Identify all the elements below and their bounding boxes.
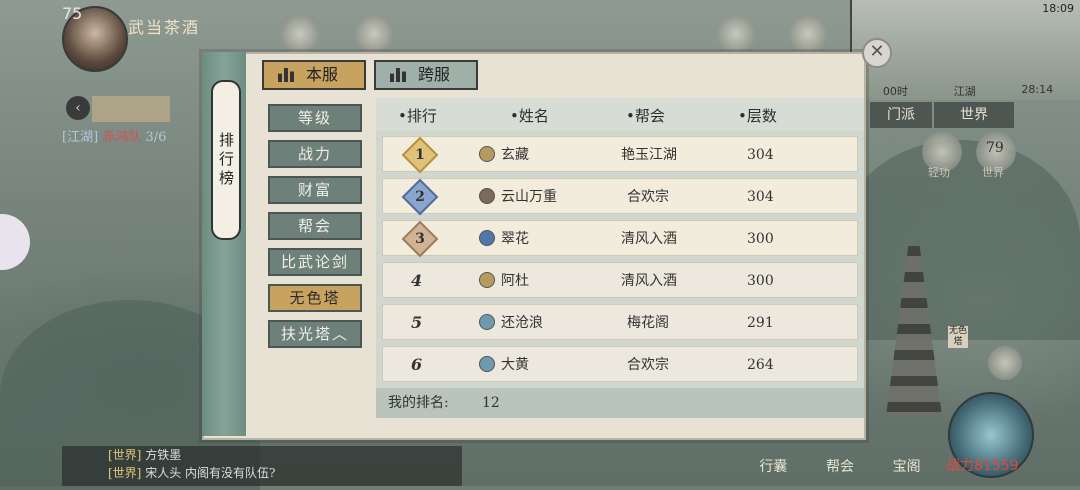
hud-battle-icon[interactable] bbox=[280, 14, 320, 54]
chevron-left-icon[interactable]: ‹ bbox=[66, 96, 90, 120]
minimap-left-text: 00时 bbox=[882, 85, 908, 98]
quest-team: 赤鸿队 bbox=[102, 130, 142, 145]
hud-bag-icon[interactable] bbox=[354, 14, 394, 54]
guild-button[interactable]: 帮会 bbox=[826, 456, 854, 476]
category-level[interactable]: 等级 bbox=[268, 104, 362, 132]
rank-number: 5 bbox=[411, 313, 423, 332]
ranking-bars-icon bbox=[278, 68, 294, 82]
quest-count: 3/6 bbox=[145, 130, 167, 145]
silver-rank-badge: 2 bbox=[401, 178, 439, 216]
my-rank-bar: 我的排名: 12 bbox=[376, 388, 864, 418]
col-rank: •排行 bbox=[398, 107, 437, 125]
skill-icon[interactable] bbox=[988, 346, 1022, 380]
ranking-bars-icon bbox=[390, 68, 406, 82]
category-wealth[interactable]: 财富 bbox=[268, 176, 362, 204]
tab-cross-server[interactable]: 跨服 bbox=[374, 60, 478, 90]
table-row[interactable]: 2 云山万重 合欢宗 304 bbox=[382, 178, 858, 216]
task-tab[interactable] bbox=[92, 96, 170, 122]
chat-text: 宋人头 内阁有没有队伍? bbox=[145, 466, 276, 480]
floor-count: 304 bbox=[747, 147, 774, 163]
channel-world-button[interactable]: 世界 bbox=[934, 102, 1014, 128]
chat-line: [世界] 宋人头 内阁有没有队伍? bbox=[62, 464, 462, 482]
world-label: 世界 bbox=[982, 166, 1004, 179]
sect-icon bbox=[479, 230, 495, 246]
tab-local-server[interactable]: 本服 bbox=[262, 60, 366, 90]
clock: 18:09 bbox=[1042, 2, 1074, 15]
chat-box[interactable]: [世界] 方铁墨 [世界] 宋人头 内阁有没有队伍? bbox=[62, 446, 462, 486]
channel-sect-button[interactable]: 门派 bbox=[870, 102, 932, 128]
sect-icon bbox=[479, 146, 495, 162]
table-row[interactable]: 6 大黄 合欢宗 264 bbox=[382, 346, 858, 382]
col-guild: •帮会 bbox=[626, 107, 665, 125]
player-name: 大黄 bbox=[501, 357, 529, 373]
guild-name: 合欢宗 bbox=[627, 357, 669, 373]
quest-channel: [江湖] bbox=[62, 130, 99, 145]
table-header: •排行 •姓名 •帮会 •层数 bbox=[376, 98, 864, 130]
rank-number: 6 bbox=[411, 355, 423, 374]
sect-icon bbox=[479, 356, 495, 372]
my-rank-label: 我的排名: bbox=[388, 395, 449, 411]
quest-tracker[interactable]: [江湖] 赤鸿队 3/6 bbox=[62, 126, 166, 145]
chat-channel: [世界] bbox=[108, 448, 142, 462]
chat-line: [世界] 方铁墨 bbox=[62, 446, 462, 464]
panel-title: 排行榜 bbox=[211, 80, 241, 240]
combat-power: 战力81559 bbox=[946, 458, 1019, 474]
tower-name-tag: 无色塔 bbox=[948, 326, 968, 348]
table-row[interactable]: 3 翠花 清风入酒 300 bbox=[382, 220, 858, 258]
category-fuguang-tower[interactable]: 扶光塔︿ bbox=[268, 320, 362, 348]
gold-rank-badge: 1 bbox=[401, 136, 439, 174]
chat-text: 方铁墨 bbox=[145, 448, 182, 462]
bottom-menu: 行囊 帮会 宝阁 bbox=[740, 436, 940, 476]
col-name: •姓名 bbox=[510, 107, 549, 125]
rank-number: 4 bbox=[411, 271, 423, 290]
guild-name: 艳玉江湖 bbox=[621, 147, 677, 163]
player-name: 还沧浪 bbox=[501, 315, 543, 331]
table-row[interactable]: 1 玄藏 艳玉江湖 304 bbox=[382, 136, 858, 174]
floor-count: 291 bbox=[747, 315, 774, 331]
inventory-button[interactable]: 行囊 bbox=[759, 456, 787, 476]
bronze-rank-badge: 3 bbox=[401, 220, 439, 258]
close-icon[interactable]: ✕ bbox=[862, 38, 892, 68]
minimap-right-text: 28:14 bbox=[1021, 83, 1054, 96]
floor-count: 300 bbox=[747, 273, 774, 289]
hud-gate-icon[interactable] bbox=[788, 14, 828, 54]
floor-count: 304 bbox=[747, 189, 774, 205]
guild-name: 清风入酒 bbox=[621, 231, 677, 247]
minimap-mid-text: 江湖 bbox=[953, 85, 976, 98]
player-name: 武当茶酒 bbox=[128, 18, 201, 37]
treasure-button[interactable]: 宝阁 bbox=[893, 456, 921, 476]
floor-count: 264 bbox=[747, 357, 774, 373]
lightfoot-label: 轻功 bbox=[928, 166, 950, 179]
sect-icon bbox=[479, 314, 495, 330]
sect-icon bbox=[479, 188, 495, 204]
world-count: 79 bbox=[986, 140, 1004, 156]
player-name: 玄藏 bbox=[501, 147, 529, 163]
sect-icon bbox=[479, 272, 495, 288]
mountain-right bbox=[840, 140, 1080, 340]
tab-label: 本服 bbox=[306, 65, 339, 84]
player-level: 75 bbox=[62, 4, 83, 23]
guild-name: 合欢宗 bbox=[627, 189, 669, 205]
tab-label: 跨服 bbox=[418, 65, 451, 84]
category-duel[interactable]: 比武论剑 bbox=[268, 248, 362, 276]
category-wuse-tower[interactable]: 无色塔 bbox=[268, 284, 362, 312]
minimap-info-bar: 00时 江湖 28:14 bbox=[860, 83, 1076, 99]
player-name: 翠花 bbox=[501, 231, 529, 247]
chat-channel: [世界] bbox=[108, 466, 142, 480]
hud-meditate-icon[interactable] bbox=[716, 14, 756, 54]
table-row[interactable]: 4 阿杜 清风入酒 300 bbox=[382, 262, 858, 298]
category-power[interactable]: 战力 bbox=[268, 140, 362, 168]
guild-name: 清风入酒 bbox=[621, 273, 677, 289]
floor-count: 300 bbox=[747, 231, 774, 247]
player-name: 云山万重 bbox=[501, 189, 557, 205]
player-name: 阿杜 bbox=[501, 273, 529, 289]
guild-name: 梅花阁 bbox=[627, 315, 669, 331]
table-row[interactable]: 5 还沧浪 梅花阁 291 bbox=[382, 304, 858, 340]
my-rank-value: 12 bbox=[482, 395, 500, 411]
category-guild[interactable]: 帮会 bbox=[268, 212, 362, 240]
col-floors: •层数 bbox=[738, 107, 777, 125]
